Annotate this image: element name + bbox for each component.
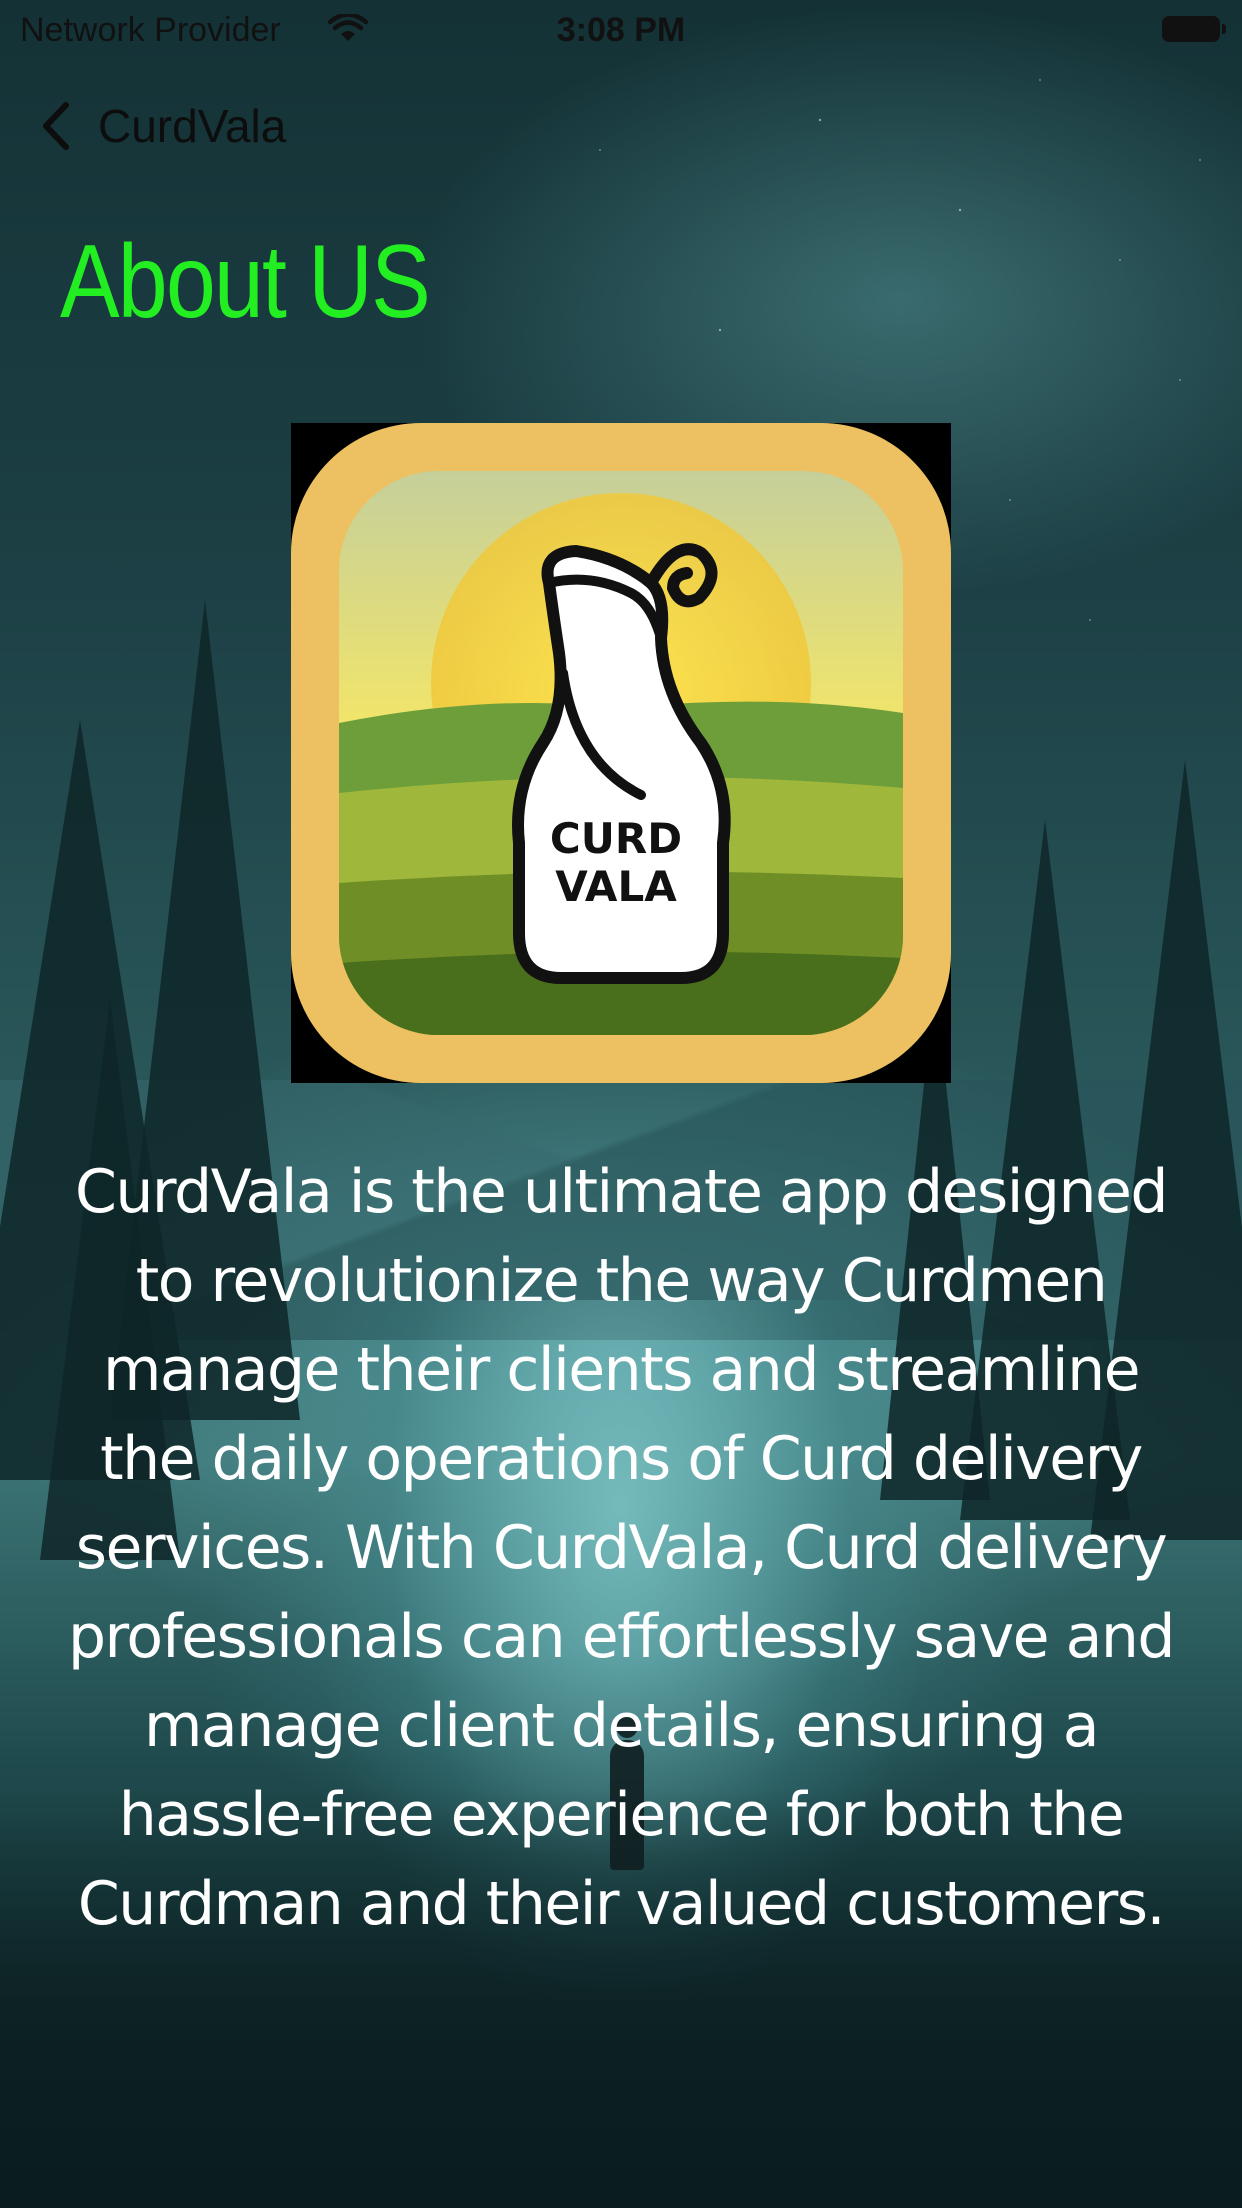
back-button-label: CurdVala (98, 100, 287, 152)
page-title: About US (60, 224, 431, 340)
svg-text:VALA: VALA (555, 862, 677, 911)
app-logo: CURD VALA (291, 423, 951, 1083)
about-description: CurdVala is the ultimate app designed to… (67, 1157, 1176, 1939)
status-time: 3:08 PM (556, 11, 686, 49)
svg-text:CURD: CURD (550, 814, 682, 863)
back-button[interactable]: CurdVala (36, 96, 286, 156)
battery-icon (1162, 16, 1226, 42)
chevron-left-icon (43, 102, 69, 150)
status-bar: Network Provider 3:08 PM (0, 0, 1242, 60)
